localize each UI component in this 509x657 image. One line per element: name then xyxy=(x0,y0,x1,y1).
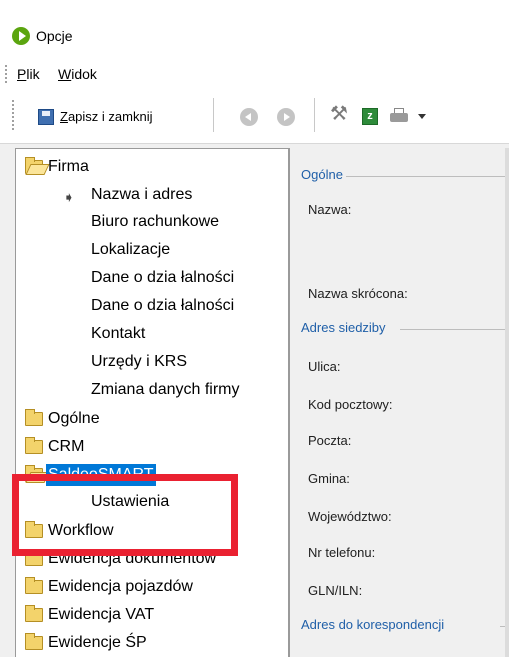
menu-grip xyxy=(5,65,7,83)
floppy-disk-icon xyxy=(38,109,54,125)
menu-view[interactable]: Widok xyxy=(58,66,97,82)
folder-icon xyxy=(25,437,43,454)
app-play-icon xyxy=(12,27,30,45)
label-postal-code: Kod pocztowy: xyxy=(308,397,393,412)
toolbar: Zapisz i zamknij ⚒ z xyxy=(0,90,509,144)
toolbar-grip xyxy=(12,100,14,130)
menu-file[interactable]: Plik xyxy=(17,66,40,82)
form-scroll-edge xyxy=(505,148,509,657)
tree-item-biuro-rachunkowe[interactable]: Biuro rachunkowe xyxy=(91,211,219,237)
tree-item-kontakt[interactable]: Kontakt xyxy=(91,323,145,349)
label-name: Nazwa: xyxy=(308,202,352,217)
folder-open-icon xyxy=(25,157,43,174)
toolbar-separator xyxy=(314,98,315,132)
section-divider xyxy=(346,176,509,177)
tree-item-dane-o-dzialalnosci-2[interactable]: Dane o dzia łalności xyxy=(91,295,234,321)
title-bar: Opcje xyxy=(0,0,509,56)
window-title: Opcje xyxy=(36,28,73,44)
tree-item-dane-o-dzialalnosci-1[interactable]: Dane o dzia łalności xyxy=(91,267,234,293)
label-voivodeship: Województwo: xyxy=(308,509,392,524)
save-close-label: Zapisz i zamknij xyxy=(60,109,153,124)
current-arrow-icon: ➧ xyxy=(63,189,75,205)
back-arrow-icon[interactable] xyxy=(240,108,258,126)
toolbar-separator xyxy=(213,98,214,132)
label-gln-iln: GLN/ILN: xyxy=(308,583,363,598)
excel-export-icon[interactable]: z xyxy=(362,108,378,125)
menu-bar: Plik Widok xyxy=(0,56,509,90)
label-post-office: Poczta: xyxy=(308,433,352,448)
section-general-header: Ogólne xyxy=(301,167,343,182)
folder-icon xyxy=(25,577,43,594)
print-dropdown-icon[interactable] xyxy=(418,114,426,119)
tree-item-urzedy-i-krs[interactable]: Urzędy i KRS xyxy=(91,351,187,377)
tree-item-lokalizacje[interactable]: Lokalizacje xyxy=(91,239,170,265)
forward-arrow-icon[interactable] xyxy=(277,108,295,126)
red-highlight-annotation xyxy=(12,474,238,556)
folder-icon xyxy=(25,409,43,426)
label-phone: Nr telefonu: xyxy=(308,545,376,560)
label-short-name: Nazwa skrócona: xyxy=(308,286,408,301)
section-correspondence-header: Adres do korespondencji xyxy=(301,617,445,632)
printer-icon[interactable] xyxy=(390,108,408,124)
options-tree: Firma ➧ Nazwa i adres Biuro rachunkowe L… xyxy=(15,148,289,657)
section-address-header: Adres siedziby xyxy=(301,320,386,335)
company-details-form: Ogólne Nazwa: Nazwa skrócona: Adres sied… xyxy=(289,148,509,657)
label-municipality: Gmina: xyxy=(308,471,350,486)
section-divider xyxy=(400,329,509,330)
folder-icon xyxy=(25,633,43,650)
label-street: Ulica: xyxy=(308,359,341,374)
tree-item-zmiana-danych-firmy[interactable]: Zmiana danych firmy xyxy=(91,379,240,405)
folder-icon xyxy=(25,605,43,622)
tools-icon[interactable]: ⚒ xyxy=(330,104,348,124)
